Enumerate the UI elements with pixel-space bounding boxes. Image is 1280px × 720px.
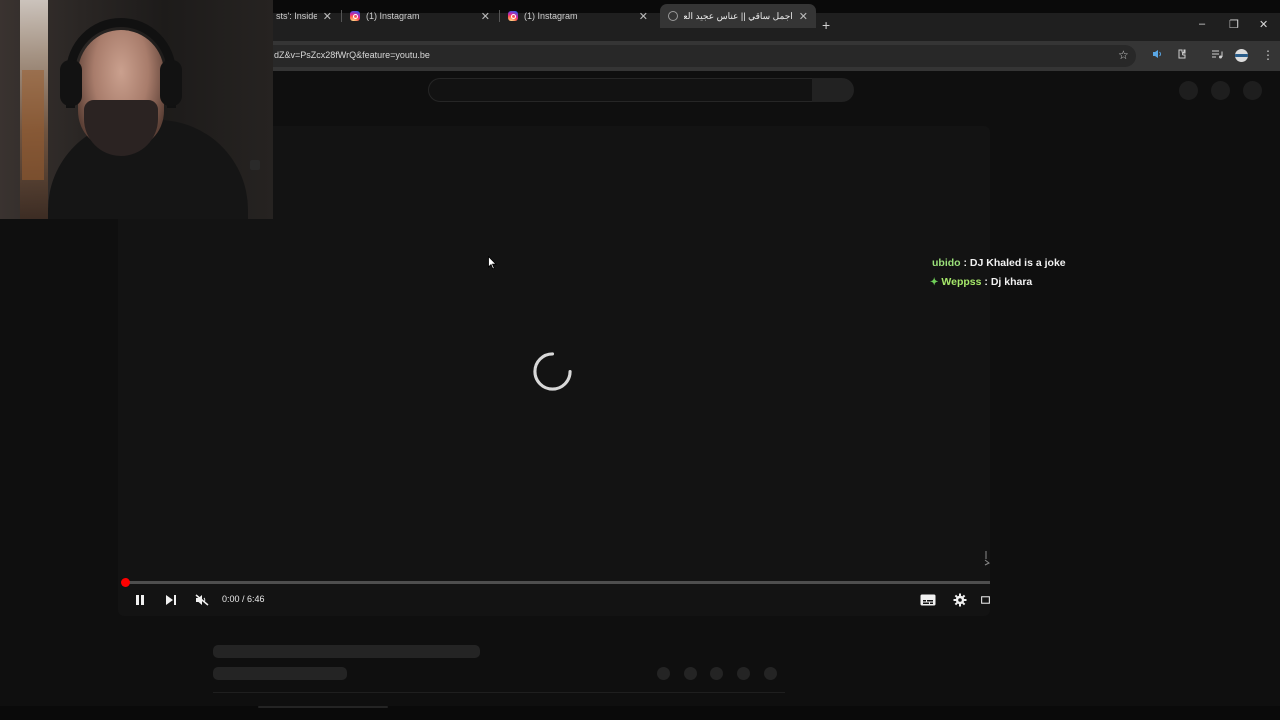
search-input-skeleton[interactable] xyxy=(428,78,813,102)
progress-bar[interactable] xyxy=(125,581,990,584)
header-icon-placeholder xyxy=(1179,81,1198,100)
extensions-icon[interactable] xyxy=(1176,48,1188,63)
chat-message: ✦ Weppss : Dj khara xyxy=(930,276,1032,288)
chat-text: DJ Khaled is a joke xyxy=(969,257,1066,269)
background-object xyxy=(250,160,260,170)
address-bar-url[interactable]: dZ&v=PsZcx28fWrQ&feature=youtu.be xyxy=(274,50,430,60)
profile-icon[interactable] xyxy=(1235,49,1248,62)
subtitles-icon xyxy=(920,594,936,606)
gear-icon xyxy=(953,593,967,607)
star-icon[interactable]: ☆ xyxy=(1118,48,1129,62)
webcam-overlay xyxy=(0,0,273,219)
pause-button[interactable] xyxy=(131,591,149,609)
divider xyxy=(213,692,785,693)
chair xyxy=(22,70,44,180)
title-skeleton xyxy=(213,645,480,658)
action-placeholder xyxy=(737,667,750,680)
scrubber-handle[interactable] xyxy=(121,578,130,587)
search-button-skeleton[interactable] xyxy=(812,78,854,102)
chat-message: ubido : DJ Khaled is a joke xyxy=(932,257,1066,269)
close-window-button[interactable]: ✕ xyxy=(1259,18,1268,31)
next-icon xyxy=(166,595,176,605)
loading-favicon-icon xyxy=(668,11,678,21)
time-display: 0:00 / 6:46 xyxy=(222,594,265,604)
headphone-cup xyxy=(160,60,182,106)
mute-button[interactable] xyxy=(193,591,211,609)
tab-title: sts': Inside th xyxy=(276,11,317,21)
tab-title: (1) Instagram xyxy=(524,11,578,21)
theater-mode-button[interactable] xyxy=(981,591,990,609)
minimize-button[interactable]: – xyxy=(1199,18,1205,30)
tab-instagram-1[interactable]: (1) Instagram ✕ xyxy=(342,4,498,28)
chat-username: ubido xyxy=(932,257,961,269)
instagram-icon xyxy=(508,11,518,21)
headphone-cup xyxy=(60,60,82,106)
instagram-icon xyxy=(350,11,360,21)
action-placeholder xyxy=(764,667,777,680)
action-placeholder xyxy=(710,667,723,680)
chat-separator: : xyxy=(960,257,970,269)
chat-username: Weppss xyxy=(941,276,982,288)
tab-title: (1) Instagram xyxy=(366,11,420,21)
restore-button[interactable]: ❐ xyxy=(1229,18,1239,31)
tab-youtube-active[interactable]: اجمل ساقي || عناس عجيد العامري ✕ xyxy=(660,4,816,28)
volume-muted-icon xyxy=(195,594,209,606)
action-placeholder xyxy=(657,667,670,680)
tab-title: اجمل ساقي || عناس عجيد العامري xyxy=(684,10,793,21)
action-placeholder xyxy=(684,667,697,680)
chat-text: Dj khara xyxy=(990,276,1033,288)
sparkle-badge-icon: ✦ xyxy=(930,277,939,288)
kebab-menu-icon[interactable]: ⋮ xyxy=(1262,48,1274,62)
os-bottom-strip xyxy=(0,706,1280,720)
tab-youtube-1[interactable]: sts': Inside th ✕ xyxy=(268,4,340,28)
tab-close-icon[interactable]: ✕ xyxy=(639,10,648,23)
tab-close-icon[interactable]: ✕ xyxy=(481,10,490,23)
loading-spinner-icon xyxy=(533,352,572,391)
new-tab-button[interactable]: + xyxy=(822,17,830,33)
pause-icon xyxy=(136,595,144,605)
chat-separator: : xyxy=(981,276,991,288)
header-icon-placeholder xyxy=(1211,81,1230,100)
channel-skeleton xyxy=(213,667,347,680)
avatar-placeholder xyxy=(1243,81,1262,100)
next-button[interactable] xyxy=(162,591,180,609)
tab-close-icon[interactable]: ✕ xyxy=(323,10,332,23)
theater-icon xyxy=(981,596,990,604)
subtitles-button[interactable] xyxy=(919,591,937,609)
tab-instagram-2[interactable]: (1) Instagram ✕ xyxy=(500,4,656,28)
edge-drag-handle-icon[interactable] xyxy=(984,550,990,566)
tab-close-icon[interactable]: ✕ xyxy=(799,10,808,23)
mouse-cursor-icon xyxy=(488,256,497,270)
settings-button[interactable] xyxy=(951,591,969,609)
skeleton-segment xyxy=(258,706,388,708)
screen: sts': Inside th ✕ (1) Instagram ✕ (1) In… xyxy=(0,0,1280,720)
read-aloud-icon[interactable] xyxy=(1151,48,1163,63)
media-icon[interactable] xyxy=(1211,48,1223,63)
